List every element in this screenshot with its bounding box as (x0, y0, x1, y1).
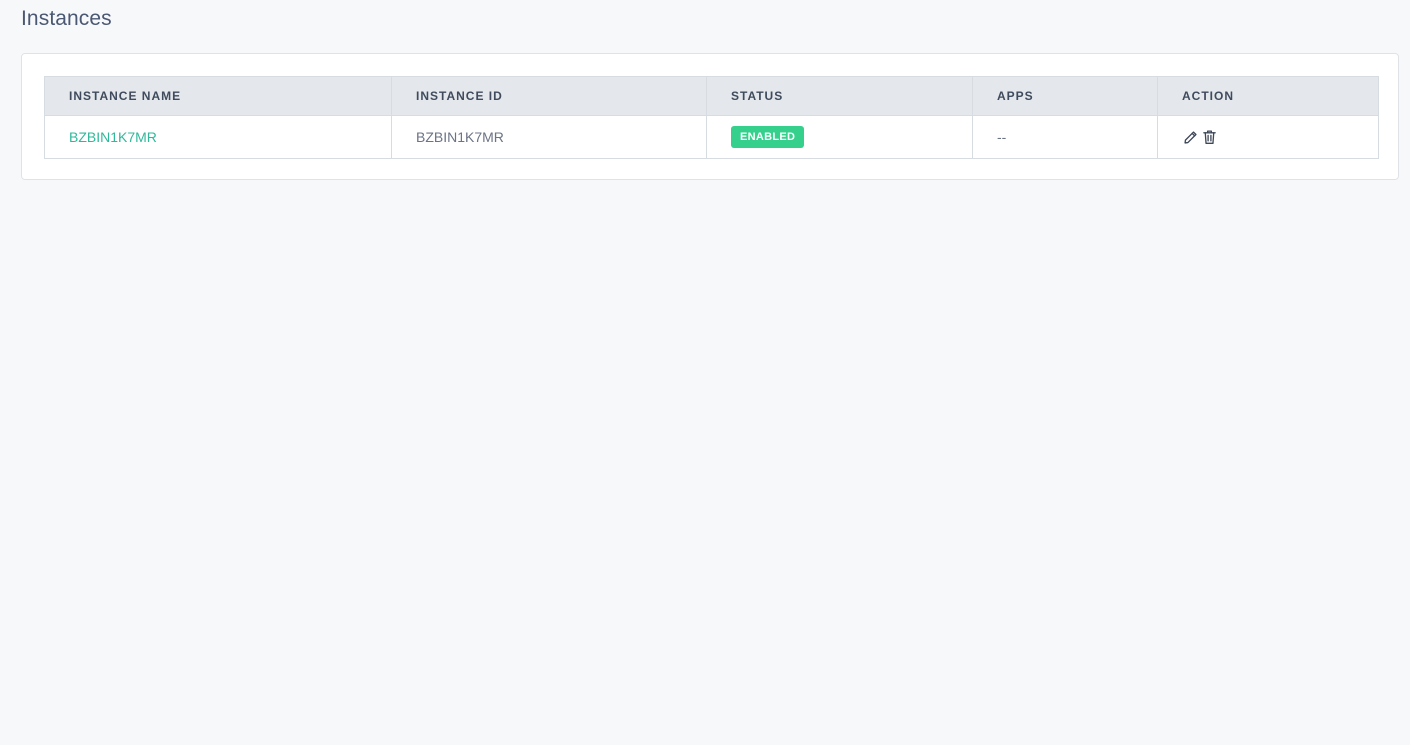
action-cell (1157, 115, 1379, 159)
instance-id-cell: BZBIN1K7MR (391, 115, 707, 159)
row-actions (1182, 128, 1354, 146)
instances-table: INSTANCE NAME INSTANCE ID STATUS APPS AC… (44, 76, 1379, 159)
column-header-action: ACTION (1157, 76, 1379, 116)
pencil-icon[interactable] (1182, 128, 1198, 146)
column-header-instance-id: INSTANCE ID (391, 76, 707, 116)
table-row: BZBIN1K7MR BZBIN1K7MR ENABLED -- (44, 115, 1379, 159)
status-badge: ENABLED (731, 126, 805, 148)
column-header-instance-name: INSTANCE NAME (44, 76, 392, 116)
column-header-apps: APPS (972, 76, 1158, 116)
instance-name-link[interactable]: BZBIN1K7MR (69, 129, 157, 145)
instance-name-cell: BZBIN1K7MR (44, 115, 392, 159)
table-header-row: INSTANCE NAME INSTANCE ID STATUS APPS AC… (44, 76, 1379, 116)
column-header-status: STATUS (706, 76, 973, 116)
status-cell: ENABLED (706, 115, 973, 159)
page-title: Instances (21, 7, 112, 30)
trash-icon[interactable] (1201, 128, 1217, 146)
apps-cell: -- (972, 115, 1158, 159)
instances-card: INSTANCE NAME INSTANCE ID STATUS APPS AC… (21, 53, 1399, 180)
